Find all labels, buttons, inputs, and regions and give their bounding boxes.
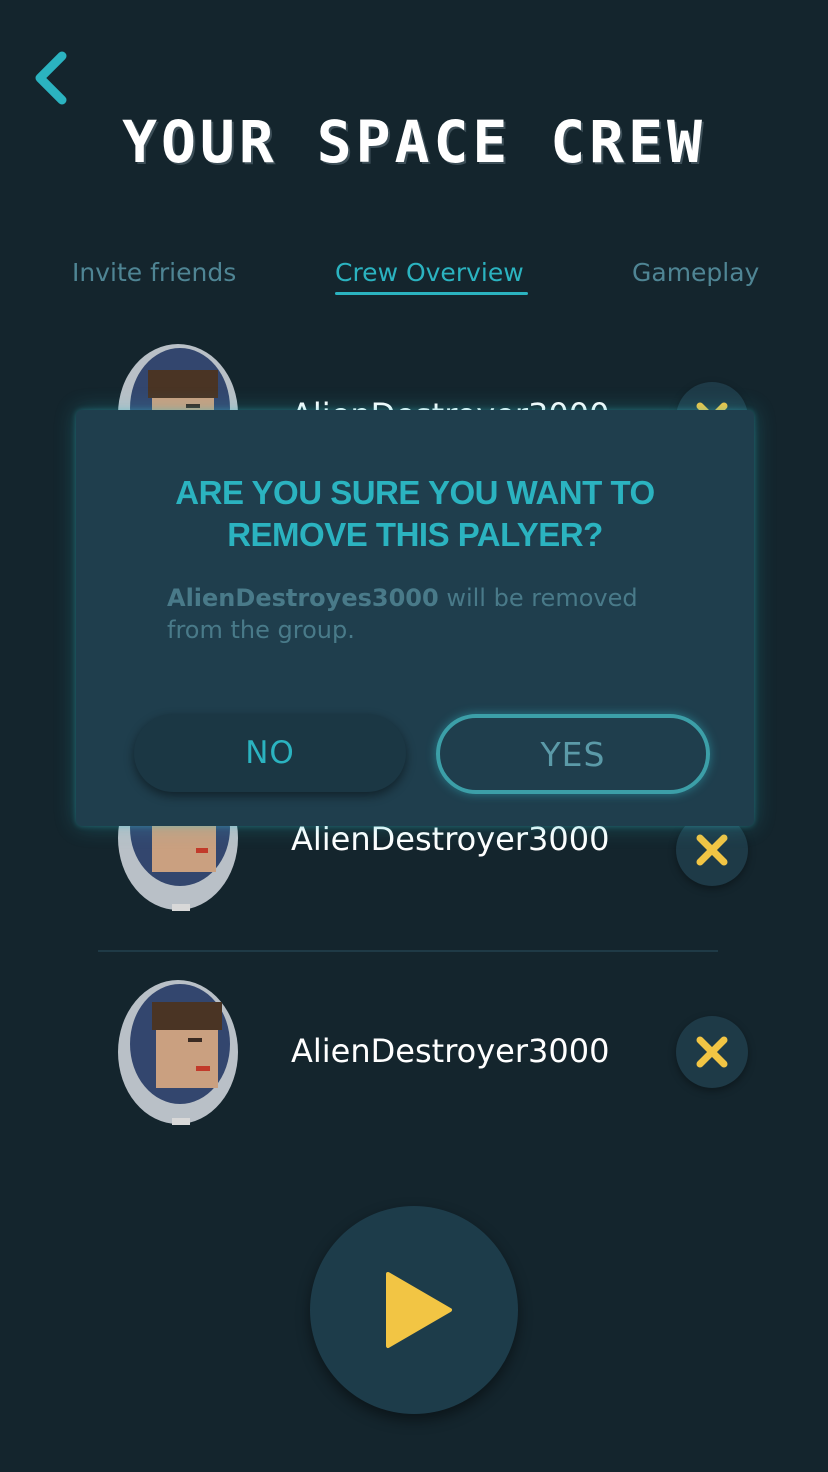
close-icon [696,834,728,866]
remove-player-dialog: ARE YOU SURE YOU WANT TO REMOVE THIS PAL… [76,410,754,826]
remove-player-button[interactable] [676,1016,748,1088]
dialog-message: AlienDestroyes3000 will be removed from … [167,582,667,646]
close-icon [696,1036,728,1068]
crew-row: AlienDestroyer3000 [98,980,748,1160]
yes-button[interactable]: YES [436,714,710,794]
play-icon [386,1272,452,1348]
crew-name: AlienDestroyer3000 [291,1032,610,1070]
chevron-left-icon [35,51,67,105]
play-button[interactable] [310,1206,518,1414]
dialog-title-line-2: REMOVE THIS PALYER? [227,516,603,553]
divider [98,950,718,952]
avatar [116,980,246,1125]
tab-bar: Invite friends Crew Overview Gameplay [0,258,828,302]
dialog-title-line-1: ARE YOU SURE YOU WANT TO [175,474,655,511]
dialog-title: ARE YOU SURE YOU WANT TO REMOVE THIS PAL… [76,472,754,556]
page-title: YOUR SPACE CREW [122,108,706,176]
tab-invite-friends[interactable]: Invite friends [72,258,236,287]
no-button[interactable]: NO [134,714,406,792]
tab-gameplay[interactable]: Gameplay [632,258,759,287]
back-button[interactable] [30,50,74,106]
tab-crew-overview[interactable]: Crew Overview [335,258,528,295]
player-name: AlienDestroyes3000 [167,584,439,612]
